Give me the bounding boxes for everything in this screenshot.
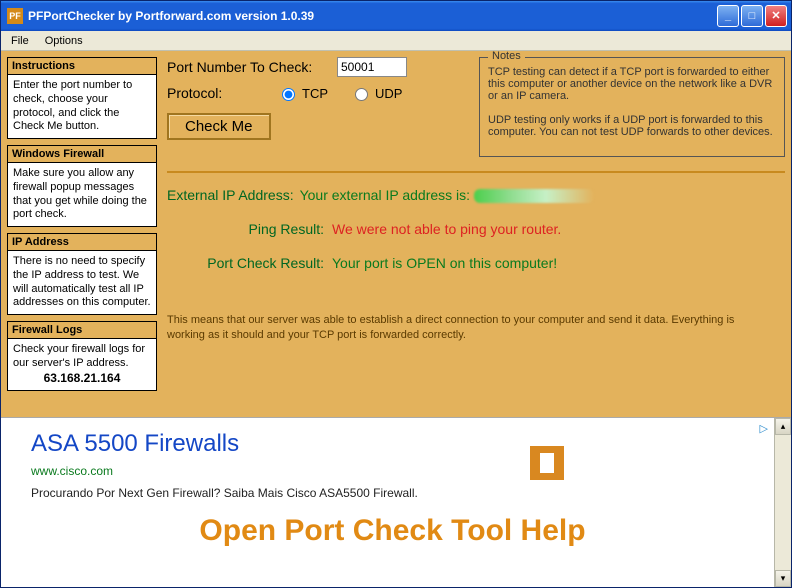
close-button[interactable]: ✕ bbox=[765, 5, 787, 27]
protocol-udp-radio[interactable]: UDP bbox=[350, 85, 402, 101]
external-ip-prefix: Your external IP address is: bbox=[300, 187, 474, 203]
ad-scrollbar[interactable]: ▴ ▾ bbox=[774, 418, 791, 587]
tcp-radio-label: TCP bbox=[302, 86, 328, 101]
help-page-title: Open Port Check Tool Help bbox=[31, 514, 754, 548]
maximize-button[interactable]: □ bbox=[741, 5, 763, 27]
result-explanation: This means that our server was able to e… bbox=[167, 313, 785, 342]
panel-logs-title: Firewall Logs bbox=[8, 322, 156, 339]
panel-logs-text: Check your firewall logs for our server'… bbox=[13, 343, 145, 369]
menu-file[interactable]: File bbox=[3, 33, 37, 49]
adchoices-icon[interactable]: ▷ bbox=[760, 422, 768, 435]
scroll-up-button[interactable]: ▴ bbox=[775, 418, 791, 435]
divider bbox=[167, 171, 785, 173]
port-check-label: Port Check Result: bbox=[167, 255, 332, 271]
external-ip-obscured bbox=[474, 189, 594, 203]
content-area: Instructions Enter the port number to ch… bbox=[1, 51, 791, 587]
panel-firewall: Windows Firewall Make sure you allow any… bbox=[7, 145, 157, 227]
panel-instructions-body: Enter the port number to check, choose y… bbox=[8, 75, 156, 138]
ad-url[interactable]: www.cisco.com bbox=[31, 464, 754, 478]
port-number-input[interactable] bbox=[337, 57, 407, 77]
udp-radio-label: UDP bbox=[375, 86, 402, 101]
app-icon: PF bbox=[7, 8, 23, 24]
port-check-value: Your port is OPEN on this computer! bbox=[332, 255, 557, 271]
main-area: Port Number To Check: Protocol: TCP bbox=[167, 57, 785, 411]
menubar: File Options bbox=[1, 31, 791, 51]
window-frame: PF PFPortChecker by Portforward.com vers… bbox=[0, 0, 792, 588]
server-ip: 63.168.21.164 bbox=[13, 371, 151, 386]
ad-description: Procurando Por Next Gen Firewall? Saiba … bbox=[31, 486, 754, 500]
udp-radio-input[interactable] bbox=[355, 88, 368, 101]
ad-content: ▷ ASA 5500 Firewalls www.cisco.com Procu… bbox=[1, 418, 774, 587]
window-title: PFPortChecker by Portforward.com version… bbox=[28, 9, 717, 23]
protocol-tcp-radio[interactable]: TCP bbox=[277, 85, 328, 101]
scroll-track[interactable] bbox=[775, 435, 791, 570]
external-ip-value: Your external IP address is: bbox=[300, 187, 594, 203]
panel-ip-body: There is no need to specify the IP addre… bbox=[8, 251, 156, 314]
panel-ip-title: IP Address bbox=[8, 234, 156, 251]
port-number-label: Port Number To Check: bbox=[167, 59, 337, 75]
notes-line-1: TCP testing can detect if a TCP port is … bbox=[488, 66, 776, 102]
ad-arrow-icon[interactable] bbox=[530, 446, 564, 480]
ping-result-value: We were not able to ping your router. bbox=[332, 221, 561, 237]
panel-firewall-body: Make sure you allow any firewall popup m… bbox=[8, 163, 156, 226]
scroll-down-button[interactable]: ▾ bbox=[775, 570, 791, 587]
check-me-button[interactable]: Check Me bbox=[167, 113, 271, 140]
panel-ip: IP Address There is no need to specify t… bbox=[7, 233, 157, 315]
panel-logs: Firewall Logs Check your firewall logs f… bbox=[7, 321, 157, 391]
panel-firewall-title: Windows Firewall bbox=[8, 146, 156, 163]
notes-line-2: UDP testing only works if a UDP port is … bbox=[488, 114, 776, 138]
ping-result-label: Ping Result: bbox=[167, 221, 332, 237]
sidebar: Instructions Enter the port number to ch… bbox=[7, 57, 157, 411]
menu-options[interactable]: Options bbox=[37, 33, 91, 49]
panel-instructions-title: Instructions bbox=[8, 58, 156, 75]
tcp-radio-input[interactable] bbox=[282, 88, 295, 101]
notes-box: Notes TCP testing can detect if a TCP po… bbox=[479, 57, 785, 157]
titlebar[interactable]: PF PFPortChecker by Portforward.com vers… bbox=[1, 1, 791, 31]
notes-legend: Notes bbox=[488, 51, 525, 62]
minimize-button[interactable]: _ bbox=[717, 5, 739, 27]
window-controls: _ □ ✕ bbox=[717, 5, 787, 27]
panel-logs-body: Check your firewall logs for our server'… bbox=[8, 339, 156, 390]
protocol-label: Protocol: bbox=[167, 85, 277, 101]
external-ip-label: External IP Address: bbox=[167, 187, 300, 203]
ad-area: ▷ ASA 5500 Firewalls www.cisco.com Procu… bbox=[1, 417, 791, 587]
panel-instructions: Instructions Enter the port number to ch… bbox=[7, 57, 157, 139]
ad-title[interactable]: ASA 5500 Firewalls bbox=[31, 430, 754, 458]
form-area: Port Number To Check: Protocol: TCP bbox=[167, 57, 467, 140]
